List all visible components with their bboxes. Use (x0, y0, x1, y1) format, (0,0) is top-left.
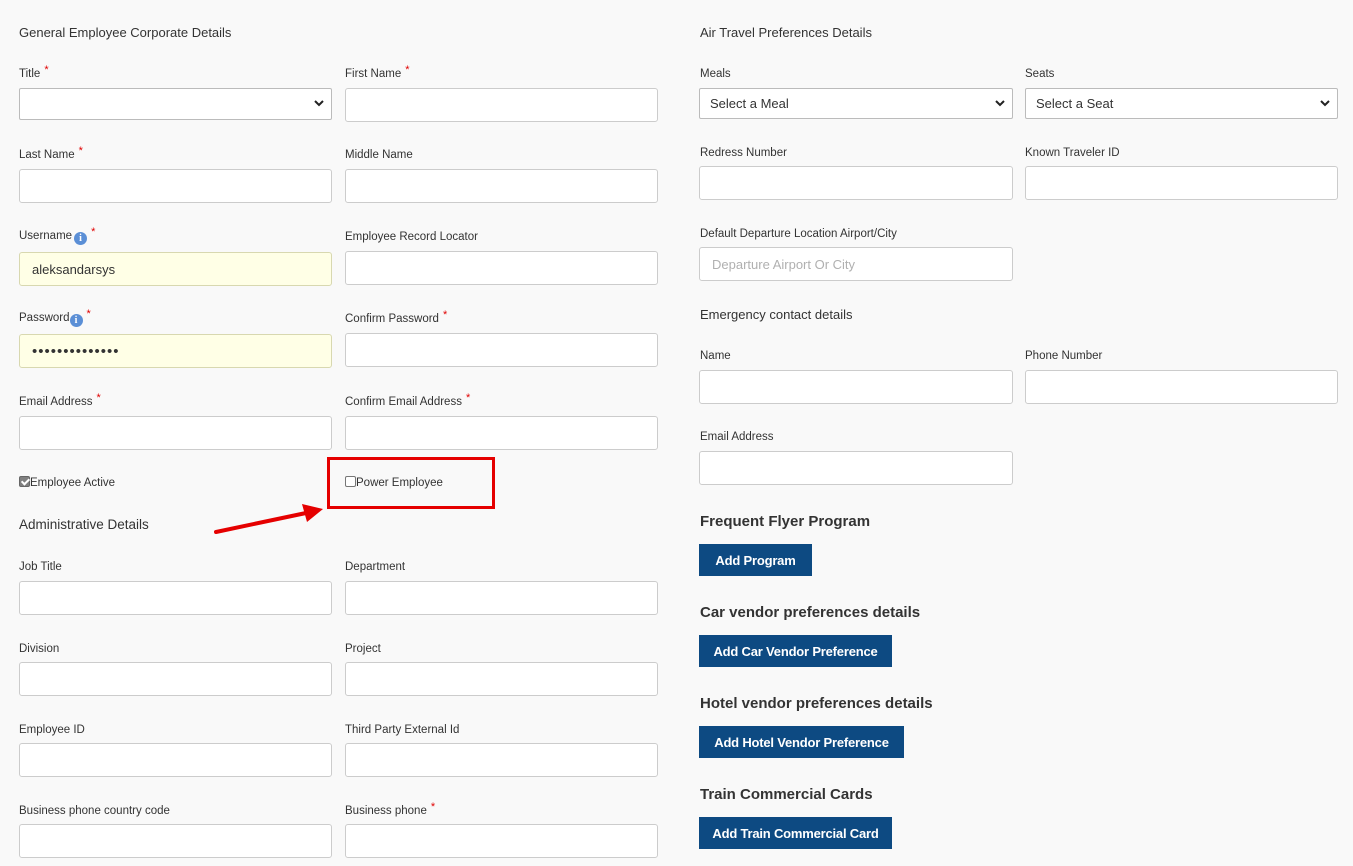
chevron-down-icon (314, 100, 324, 107)
ec-name-input[interactable] (699, 370, 1013, 404)
redress-number-input[interactable] (699, 166, 1013, 200)
required-mark: * (430, 801, 436, 813)
departure-location-input[interactable] (699, 247, 1013, 281)
hotel-vendor-heading: Hotel vendor preferences details (700, 695, 933, 712)
division-label: Division (19, 643, 60, 655)
employee-active-label: Employee Active (30, 477, 116, 489)
meals-select-value: Select a Meal (710, 96, 789, 111)
train-cards-heading: Train Commercial Cards (700, 786, 873, 803)
email-input[interactable] (19, 416, 332, 450)
add-car-vendor-button[interactable]: Add Car Vendor Preference (699, 635, 892, 667)
employee-id-input[interactable] (19, 743, 332, 777)
business-phone-label: Business phone * (345, 801, 436, 817)
frequent-flyer-heading: Frequent Flyer Program (700, 513, 871, 530)
confirm-password-input[interactable] (345, 333, 658, 367)
country-code-label: Business phone country code (19, 805, 170, 817)
ec-email-label: Email Address (700, 431, 774, 443)
seats-select[interactable]: Select a Seat (1025, 88, 1338, 119)
business-phone-input[interactable] (345, 824, 658, 858)
ec-phone-input[interactable] (1025, 370, 1338, 404)
job-title-input[interactable] (19, 581, 332, 615)
email-label: Email Address * (19, 392, 101, 408)
country-code-input[interactable] (19, 824, 332, 858)
chevron-down-icon (995, 100, 1005, 107)
password-label: Password i* (19, 308, 91, 327)
password-input[interactable]: •••••••••••••• (19, 334, 332, 368)
required-mark: * (442, 309, 448, 321)
project-label: Project (345, 643, 381, 655)
employee-id-label: Employee ID (19, 724, 85, 736)
meals-label: Meals (700, 68, 731, 80)
confirm-password-label: Confirm Password * (345, 309, 448, 325)
add-hotel-vendor-button[interactable]: Add Hotel Vendor Preference (699, 726, 904, 758)
record-locator-label: Employee Record Locator (345, 231, 478, 243)
ec-name-label: Name (700, 350, 731, 362)
required-mark: * (96, 392, 101, 404)
car-vendor-heading: Car vendor preferences details (700, 604, 921, 621)
required-mark: * (86, 308, 91, 320)
third-party-id-input[interactable] (345, 743, 658, 777)
employee-active-checkbox-row[interactable]: Employee Active (19, 476, 115, 489)
emergency-contact-title: Emergency contact details (700, 307, 853, 322)
admin-details-title: Administrative Details (19, 517, 149, 532)
title-select[interactable] (19, 88, 332, 120)
required-mark: * (44, 64, 49, 76)
third-party-id-label: Third Party External Id (345, 724, 460, 736)
username-label: Username i* (19, 226, 96, 245)
last-name-input[interactable] (19, 169, 332, 203)
air-travel-title: Air Travel Preferences Details (700, 25, 872, 40)
job-title-label: Job Title (19, 561, 62, 573)
required-mark: * (405, 64, 410, 76)
ec-phone-label: Phone Number (1025, 350, 1103, 362)
department-input[interactable] (345, 581, 658, 615)
info-icon[interactable]: i (74, 232, 88, 245)
add-program-button[interactable]: Add Program (699, 544, 812, 576)
required-mark: * (91, 226, 96, 238)
info-icon[interactable]: i (69, 314, 83, 327)
departure-location-label: Default Departure Location Airport/City (700, 228, 897, 240)
last-name-label: Last Name * (19, 145, 83, 161)
known-traveler-label: Known Traveler ID (1025, 147, 1120, 159)
add-train-card-button[interactable]: Add Train Commercial Card (699, 817, 892, 849)
seats-label: Seats (1025, 68, 1055, 80)
required-mark: * (78, 145, 83, 157)
division-input[interactable] (19, 662, 332, 696)
first-name-input[interactable] (345, 88, 658, 122)
chevron-down-icon (1320, 100, 1330, 107)
ec-email-input[interactable] (699, 451, 1013, 485)
record-locator-input[interactable] (345, 251, 658, 285)
department-label: Department (345, 561, 406, 573)
general-details-title: General Employee Corporate Details (19, 25, 232, 40)
annotation-arrow-icon (214, 504, 323, 534)
first-name-label: First Name * (345, 64, 410, 80)
title-label: Title * (19, 64, 49, 80)
middle-name-input[interactable] (345, 169, 658, 203)
seats-select-value: Select a Seat (1036, 96, 1114, 111)
username-input[interactable] (19, 252, 332, 286)
employee-active-checkbox[interactable] (19, 476, 30, 487)
annotation-highlight-box (327, 457, 495, 509)
known-traveler-input[interactable] (1025, 166, 1338, 200)
confirm-email-label: Confirm Email Address * (345, 392, 471, 408)
redress-number-label: Redress Number (700, 147, 787, 159)
required-mark: * (465, 392, 471, 404)
middle-name-label: Middle Name (345, 149, 413, 161)
project-input[interactable] (345, 662, 658, 696)
meals-select[interactable]: Select a Meal (699, 88, 1013, 119)
confirm-email-input[interactable] (345, 416, 658, 450)
